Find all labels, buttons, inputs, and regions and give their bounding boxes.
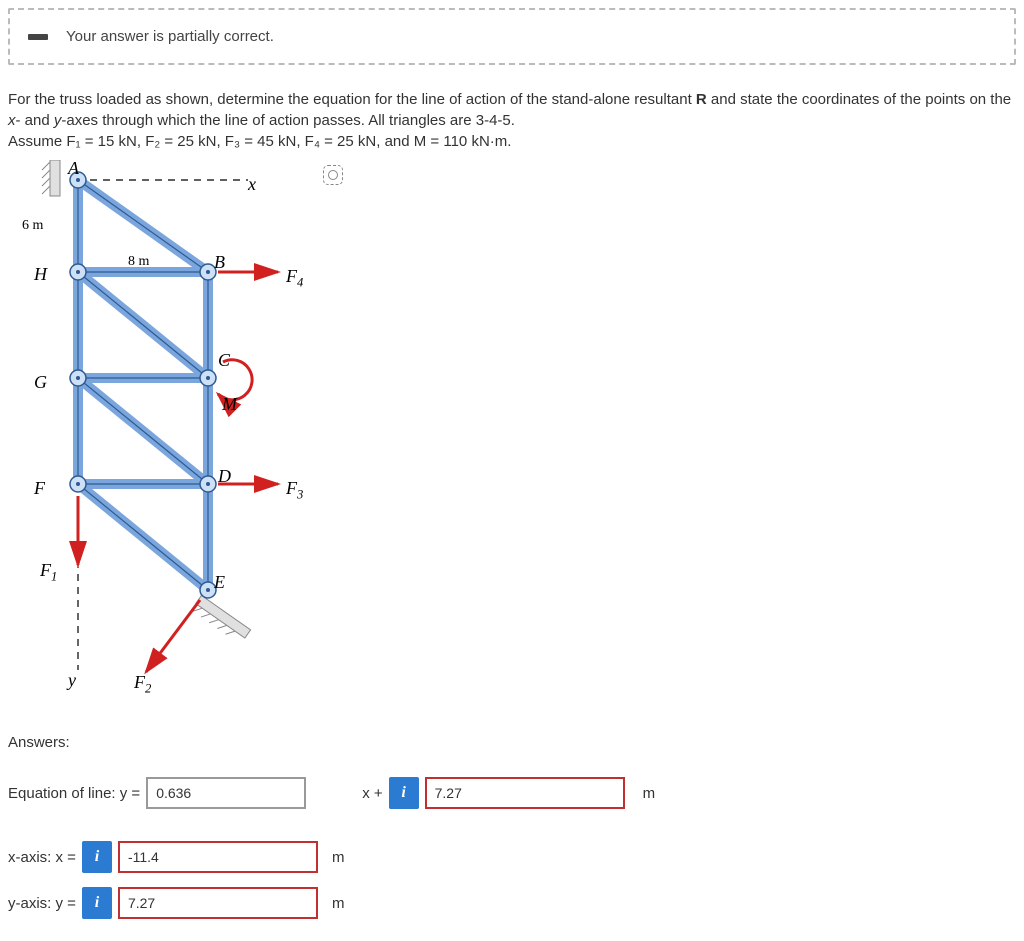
label-y: y (68, 668, 76, 693)
label-G: G (34, 370, 47, 395)
xaxis-row: x-axis: x = i m (8, 841, 1016, 873)
label-F2: F2 (134, 670, 151, 698)
info-button-2[interactable]: i (82, 841, 112, 873)
label-F4: F4 (286, 264, 303, 292)
eq-label: Equation of line: y = (8, 783, 140, 804)
label-D: D (218, 464, 231, 489)
x-plus: x + (362, 783, 382, 804)
label-F3: F3 (286, 476, 303, 504)
assumptions: Assume F₁ = 15 kN, F₂ = 25 kN, F₃ = 45 k… (8, 133, 511, 150)
unit-m-2: m (332, 847, 345, 868)
ptext: and state the coordinates of the points … (707, 91, 1011, 108)
label-x: x (248, 172, 256, 197)
yaxis-label: y-axis: y = (8, 893, 76, 914)
slope-input[interactable] (146, 777, 306, 809)
feedback-alert: Your answer is partially correct. (8, 8, 1016, 65)
unit-m-1: m (643, 783, 656, 804)
label-E: E (214, 570, 225, 595)
label-F: F (34, 476, 45, 501)
dim-8m: 8 m (128, 252, 149, 272)
equation-row: Equation of line: y = x + i m (8, 777, 1016, 809)
label-A: A (68, 156, 79, 181)
truss-figure: A x 6 m H 8 m B F4 C G M F D F3 F1 E y F… (18, 160, 358, 720)
alert-text: Your answer is partially correct. (66, 26, 274, 47)
ptext: For the truss loaded as shown, determine… (8, 91, 696, 108)
answers-heading: Answers: (8, 732, 1016, 753)
minus-icon (28, 34, 48, 40)
var-R: R (696, 91, 707, 108)
ptext: -axes through which the line of action p… (61, 112, 515, 129)
info-button-1[interactable]: i (389, 777, 419, 809)
label-F1: F1 (40, 558, 57, 586)
yaxis-input[interactable] (118, 887, 318, 919)
info-button-3[interactable]: i (82, 887, 112, 919)
xaxis-input[interactable] (118, 841, 318, 873)
yaxis-row: y-axis: y = i m (8, 887, 1016, 919)
problem-statement: For the truss loaded as shown, determine… (8, 89, 1016, 152)
intercept-input[interactable] (425, 777, 625, 809)
xaxis-label: x-axis: x = (8, 847, 76, 868)
ptext: - and (16, 112, 54, 129)
label-H: H (34, 262, 47, 287)
label-B: B (214, 250, 225, 275)
var-x: x (8, 112, 16, 129)
dim-6m: 6 m (22, 216, 43, 236)
label-C: C (218, 348, 230, 373)
unit-m-3: m (332, 893, 345, 914)
label-M: M (222, 392, 237, 417)
truss-svg (18, 160, 358, 720)
